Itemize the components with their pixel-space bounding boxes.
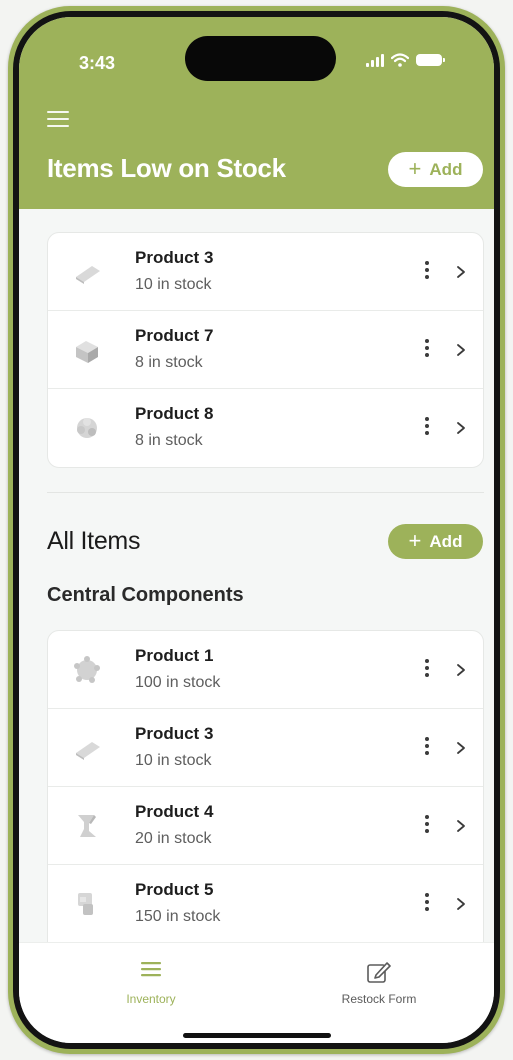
tab-label: Restock Form [341, 992, 417, 1006]
list-item[interactable]: Product 3 10 in stock [48, 709, 483, 787]
item-stock: 8 in stock [135, 354, 203, 371]
item-stock: 150 in stock [135, 908, 221, 925]
list-item[interactable]: Product 8 8 in stock [48, 389, 483, 467]
list-item[interactable]: Product 5 150 in stock [48, 865, 483, 943]
chevron-right-icon[interactable] [454, 663, 468, 677]
status-time: 3:43 [79, 53, 116, 73]
signal-icon [366, 53, 384, 67]
list-icon [141, 962, 161, 977]
list-item[interactable]: Product 4 20 in stock [48, 787, 483, 865]
hamburger-icon [47, 111, 69, 113]
plus-icon: + [408, 155, 422, 181]
chevron-right-icon[interactable] [454, 421, 468, 435]
more-options-icon[interactable] [420, 737, 434, 761]
gear-part-icon [74, 656, 100, 683]
category-title: Central Components [47, 584, 244, 606]
item-name: Product 5 [135, 880, 214, 899]
tab-restock-form[interactable]: Restock Form [299, 960, 459, 1006]
more-options-icon[interactable] [420, 339, 434, 363]
item-stock: 8 in stock [135, 432, 203, 449]
item-name: Product 7 [135, 326, 214, 345]
chevron-right-icon[interactable] [454, 343, 468, 357]
tab-inventory[interactable]: Inventory [71, 960, 231, 1006]
more-options-icon[interactable] [420, 261, 434, 285]
add-label: Add [429, 531, 463, 551]
tab-label: Inventory [126, 992, 176, 1006]
more-options-icon[interactable] [420, 659, 434, 683]
chevron-right-icon[interactable] [454, 819, 468, 833]
add-low-stock-button[interactable]: + Add [388, 152, 483, 187]
phone-bezel: 3:43 Items Low on Stock + Add Product 3 … [13, 11, 500, 1049]
item-stock: 100 in stock [135, 674, 221, 691]
wedge-part-icon [76, 742, 100, 760]
item-name: Product 1 [135, 646, 214, 665]
more-options-icon[interactable] [420, 417, 434, 441]
menu-button[interactable] [47, 111, 69, 127]
item-name: Product 3 [135, 248, 214, 267]
battery-icon [416, 54, 445, 66]
bracket-part-icon [78, 815, 96, 837]
all-items-list: Product 1 100 in stock Product 3 10 in s… [47, 630, 484, 960]
chevron-right-icon[interactable] [454, 265, 468, 279]
more-options-icon[interactable] [420, 893, 434, 917]
page-title: Items Low on Stock [47, 153, 286, 183]
wifi-icon [391, 53, 409, 67]
block-part-icon [76, 341, 98, 363]
item-stock: 20 in stock [135, 830, 212, 847]
item-name: Product 4 [135, 802, 214, 821]
gear-part-icon [77, 418, 97, 438]
chevron-right-icon[interactable] [454, 897, 468, 911]
wedge-part-icon [76, 266, 100, 284]
item-stock: 10 in stock [135, 276, 212, 293]
all-items-title: All Items [47, 527, 141, 555]
plus-icon: + [408, 527, 422, 553]
item-name: Product 3 [135, 724, 214, 743]
list-item[interactable]: Product 3 10 in stock [48, 233, 483, 311]
status-icons [366, 53, 445, 67]
section-divider [47, 492, 484, 493]
edit-form-icon [367, 962, 391, 983]
list-item[interactable]: Product 1 100 in stock [48, 631, 483, 709]
home-indicator [183, 1033, 331, 1038]
header: 3:43 Items Low on Stock + Add [19, 17, 494, 209]
add-item-button[interactable]: + Add [388, 524, 483, 559]
item-stock: 10 in stock [135, 752, 212, 769]
list-item[interactable]: Product 7 8 in stock [48, 311, 483, 389]
more-options-icon[interactable] [420, 815, 434, 839]
dynamic-island [185, 36, 336, 81]
chevron-right-icon[interactable] [454, 741, 468, 755]
connector-part-icon [78, 893, 93, 915]
tab-bar: Inventory Restock Form [19, 942, 494, 1043]
phone-screen: 3:43 Items Low on Stock + Add Product 3 … [19, 17, 494, 1043]
phone-frame: 3:43 Items Low on Stock + Add Product 3 … [8, 6, 505, 1054]
item-name: Product 8 [135, 404, 214, 423]
add-label: Add [429, 159, 463, 179]
low-stock-list: Product 3 10 in stock Product 7 8 in sto… [47, 232, 484, 468]
